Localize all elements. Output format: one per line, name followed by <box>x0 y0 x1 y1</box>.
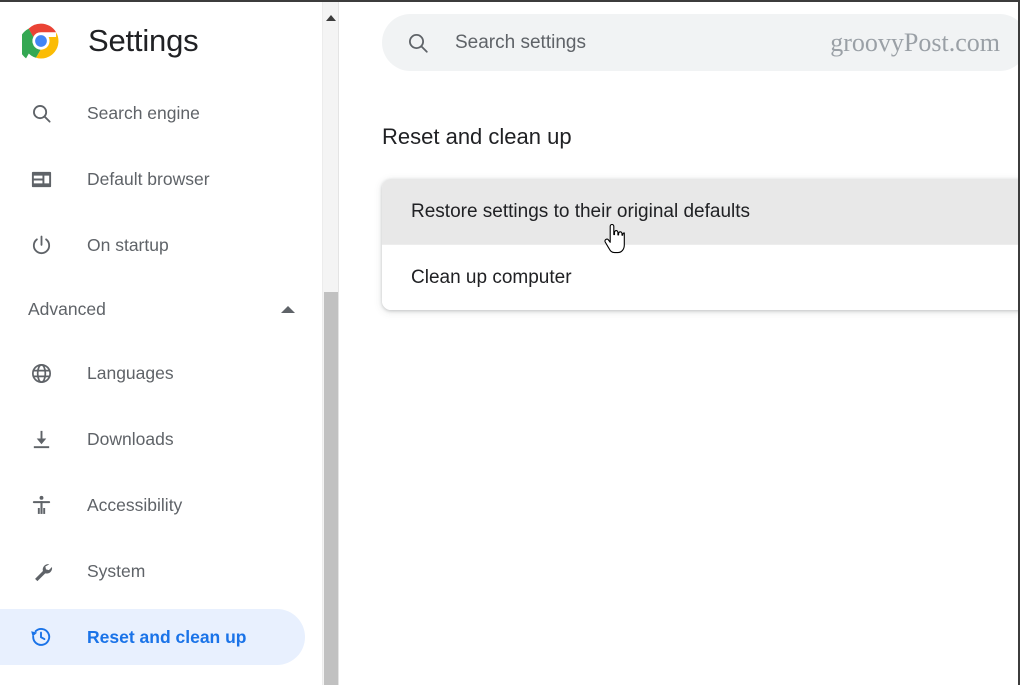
chrome-logo-icon <box>22 23 59 59</box>
sidebar-item-label: Languages <box>87 362 174 383</box>
sidebar-item-label: Downloads <box>87 428 174 449</box>
brand-header: Settings <box>0 2 338 80</box>
reset-options-card: Restore settings to their original defau… <box>382 179 1018 310</box>
site-watermark: groovyPost.com <box>830 27 1000 57</box>
sidebar-section-label: Advanced <box>28 298 106 319</box>
sidebar-item-search-engine[interactable]: Search engine <box>0 80 338 146</box>
sidebar-item-label: Accessibility <box>87 494 183 515</box>
search-icon <box>28 100 54 126</box>
scrollbar-thumb[interactable] <box>324 292 338 685</box>
sidebar: Settings Search engine Default browser O… <box>0 2 339 685</box>
row-restore-settings[interactable]: Restore settings to their original defau… <box>382 179 1018 244</box>
sidebar-nav: Search engine Default browser On startup… <box>0 80 338 670</box>
sidebar-item-downloads[interactable]: Downloads <box>0 406 338 472</box>
browser-window-icon <box>28 166 54 192</box>
power-icon <box>28 232 54 258</box>
accessibility-person-icon <box>28 492 54 518</box>
wrench-icon <box>28 558 54 584</box>
restore-history-icon <box>28 624 54 650</box>
row-label: Clean up computer <box>411 266 572 288</box>
scroll-up-arrow-icon[interactable] <box>326 15 336 21</box>
row-clean-up-computer[interactable]: Clean up computer <box>382 245 1018 310</box>
sidebar-scrollbar[interactable] <box>322 2 338 685</box>
search-placeholder-text: Search settings <box>455 31 586 53</box>
sidebar-item-label: Default browser <box>87 168 210 189</box>
sidebar-item-label: On startup <box>87 234 169 255</box>
sidebar-item-accessibility[interactable]: Accessibility <box>0 472 338 538</box>
download-icon <box>28 426 54 452</box>
sidebar-item-label: Search engine <box>87 102 200 123</box>
row-label: Restore settings to their original defau… <box>411 200 751 222</box>
page-brand-title: Settings <box>88 23 199 58</box>
sidebar-section-advanced[interactable]: Advanced <box>0 278 338 340</box>
main-content: Search settings groovyPost.com Reset and… <box>341 2 1018 685</box>
sidebar-item-languages[interactable]: Languages <box>0 340 338 406</box>
sidebar-item-label: Reset and clean up <box>87 626 247 647</box>
page-title: Reset and clean up <box>382 124 572 149</box>
globe-icon <box>28 360 54 386</box>
sidebar-item-system[interactable]: System <box>0 538 338 604</box>
sidebar-item-default-browser[interactable]: Default browser <box>0 146 338 212</box>
search-icon <box>406 31 430 55</box>
settings-window: Settings Search engine Default browser O… <box>0 0 1020 685</box>
sidebar-item-on-startup[interactable]: On startup <box>0 212 338 278</box>
sidebar-item-label: System <box>87 560 146 581</box>
chevron-up-icon <box>281 305 295 313</box>
sidebar-item-reset-and-clean-up[interactable]: Reset and clean up <box>0 604 338 670</box>
search-input[interactable]: Search settings groovyPost.com <box>382 14 1018 71</box>
